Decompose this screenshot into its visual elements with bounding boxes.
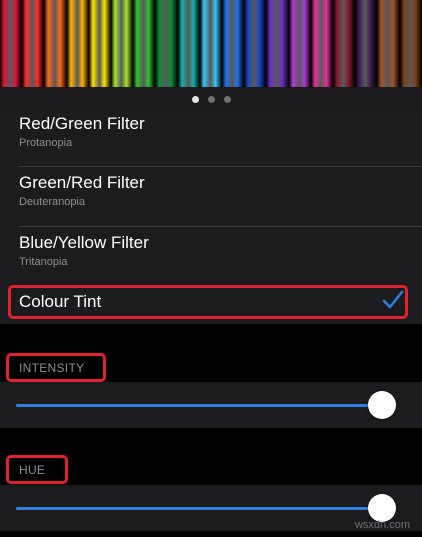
colour-tint-row[interactable]: Colour Tint	[0, 278, 422, 324]
intensity-track[interactable]	[16, 404, 396, 407]
pencil-stripe	[133, 0, 156, 87]
filter-row-deuteranopia[interactable]: Green/Red Filter Deuteranopia	[0, 167, 422, 227]
pencil-stripe	[22, 0, 45, 87]
pencil-stripe	[66, 0, 89, 87]
pencil-banner	[0, 0, 422, 87]
filter-subtitle: Deuteranopia	[19, 196, 86, 208]
pencil-stripe	[244, 0, 267, 87]
pencil-stripe	[310, 0, 334, 87]
pencil-stripe	[0, 0, 23, 87]
pencil-stripe	[155, 0, 178, 87]
intensity-thumb[interactable]	[368, 391, 396, 419]
filter-row-protanopia[interactable]: Red/Green Filter Protanopia	[0, 112, 422, 167]
filter-title: Red/Green Filter	[19, 114, 145, 133]
watermark: wsxdn.com	[354, 519, 410, 531]
intensity-slider[interactable]	[0, 382, 422, 428]
pencil-stripe	[222, 0, 245, 87]
pencil-stripe	[377, 0, 400, 87]
hue-label: HUE	[19, 463, 46, 477]
pencil-stripe	[355, 0, 378, 87]
filter-title: Green/Red Filter	[19, 173, 145, 192]
pencil-stripe	[44, 0, 67, 87]
page-indicator[interactable]	[0, 87, 422, 112]
page-dot-2[interactable]	[207, 96, 215, 103]
page-dot-1[interactable]	[191, 96, 199, 103]
pencil-stripe	[266, 0, 289, 87]
pencil-stripe	[88, 0, 112, 87]
intensity-label: INTENSITY	[19, 361, 85, 375]
pencil-stripe	[111, 0, 134, 87]
hue-track[interactable]	[16, 507, 396, 510]
page-dot-3[interactable]	[223, 96, 231, 103]
filter-subtitle: Protanopia	[19, 137, 73, 149]
filter-title: Blue/Yellow Filter	[19, 233, 149, 252]
pencil-stripe	[333, 0, 356, 87]
filter-row-tritanopia[interactable]: Blue/Yellow Filter Tritanopia	[0, 227, 422, 278]
pencil-stripe	[199, 0, 223, 87]
pencil-stripe	[399, 0, 422, 87]
filter-subtitle: Tritanopia	[19, 256, 68, 268]
checkmark-icon	[382, 290, 404, 309]
pencil-stripe	[177, 0, 200, 87]
colour-tint-label: Colour Tint	[19, 292, 102, 311]
hue-thumb[interactable]	[368, 494, 396, 522]
pencil-stripe	[288, 0, 311, 87]
